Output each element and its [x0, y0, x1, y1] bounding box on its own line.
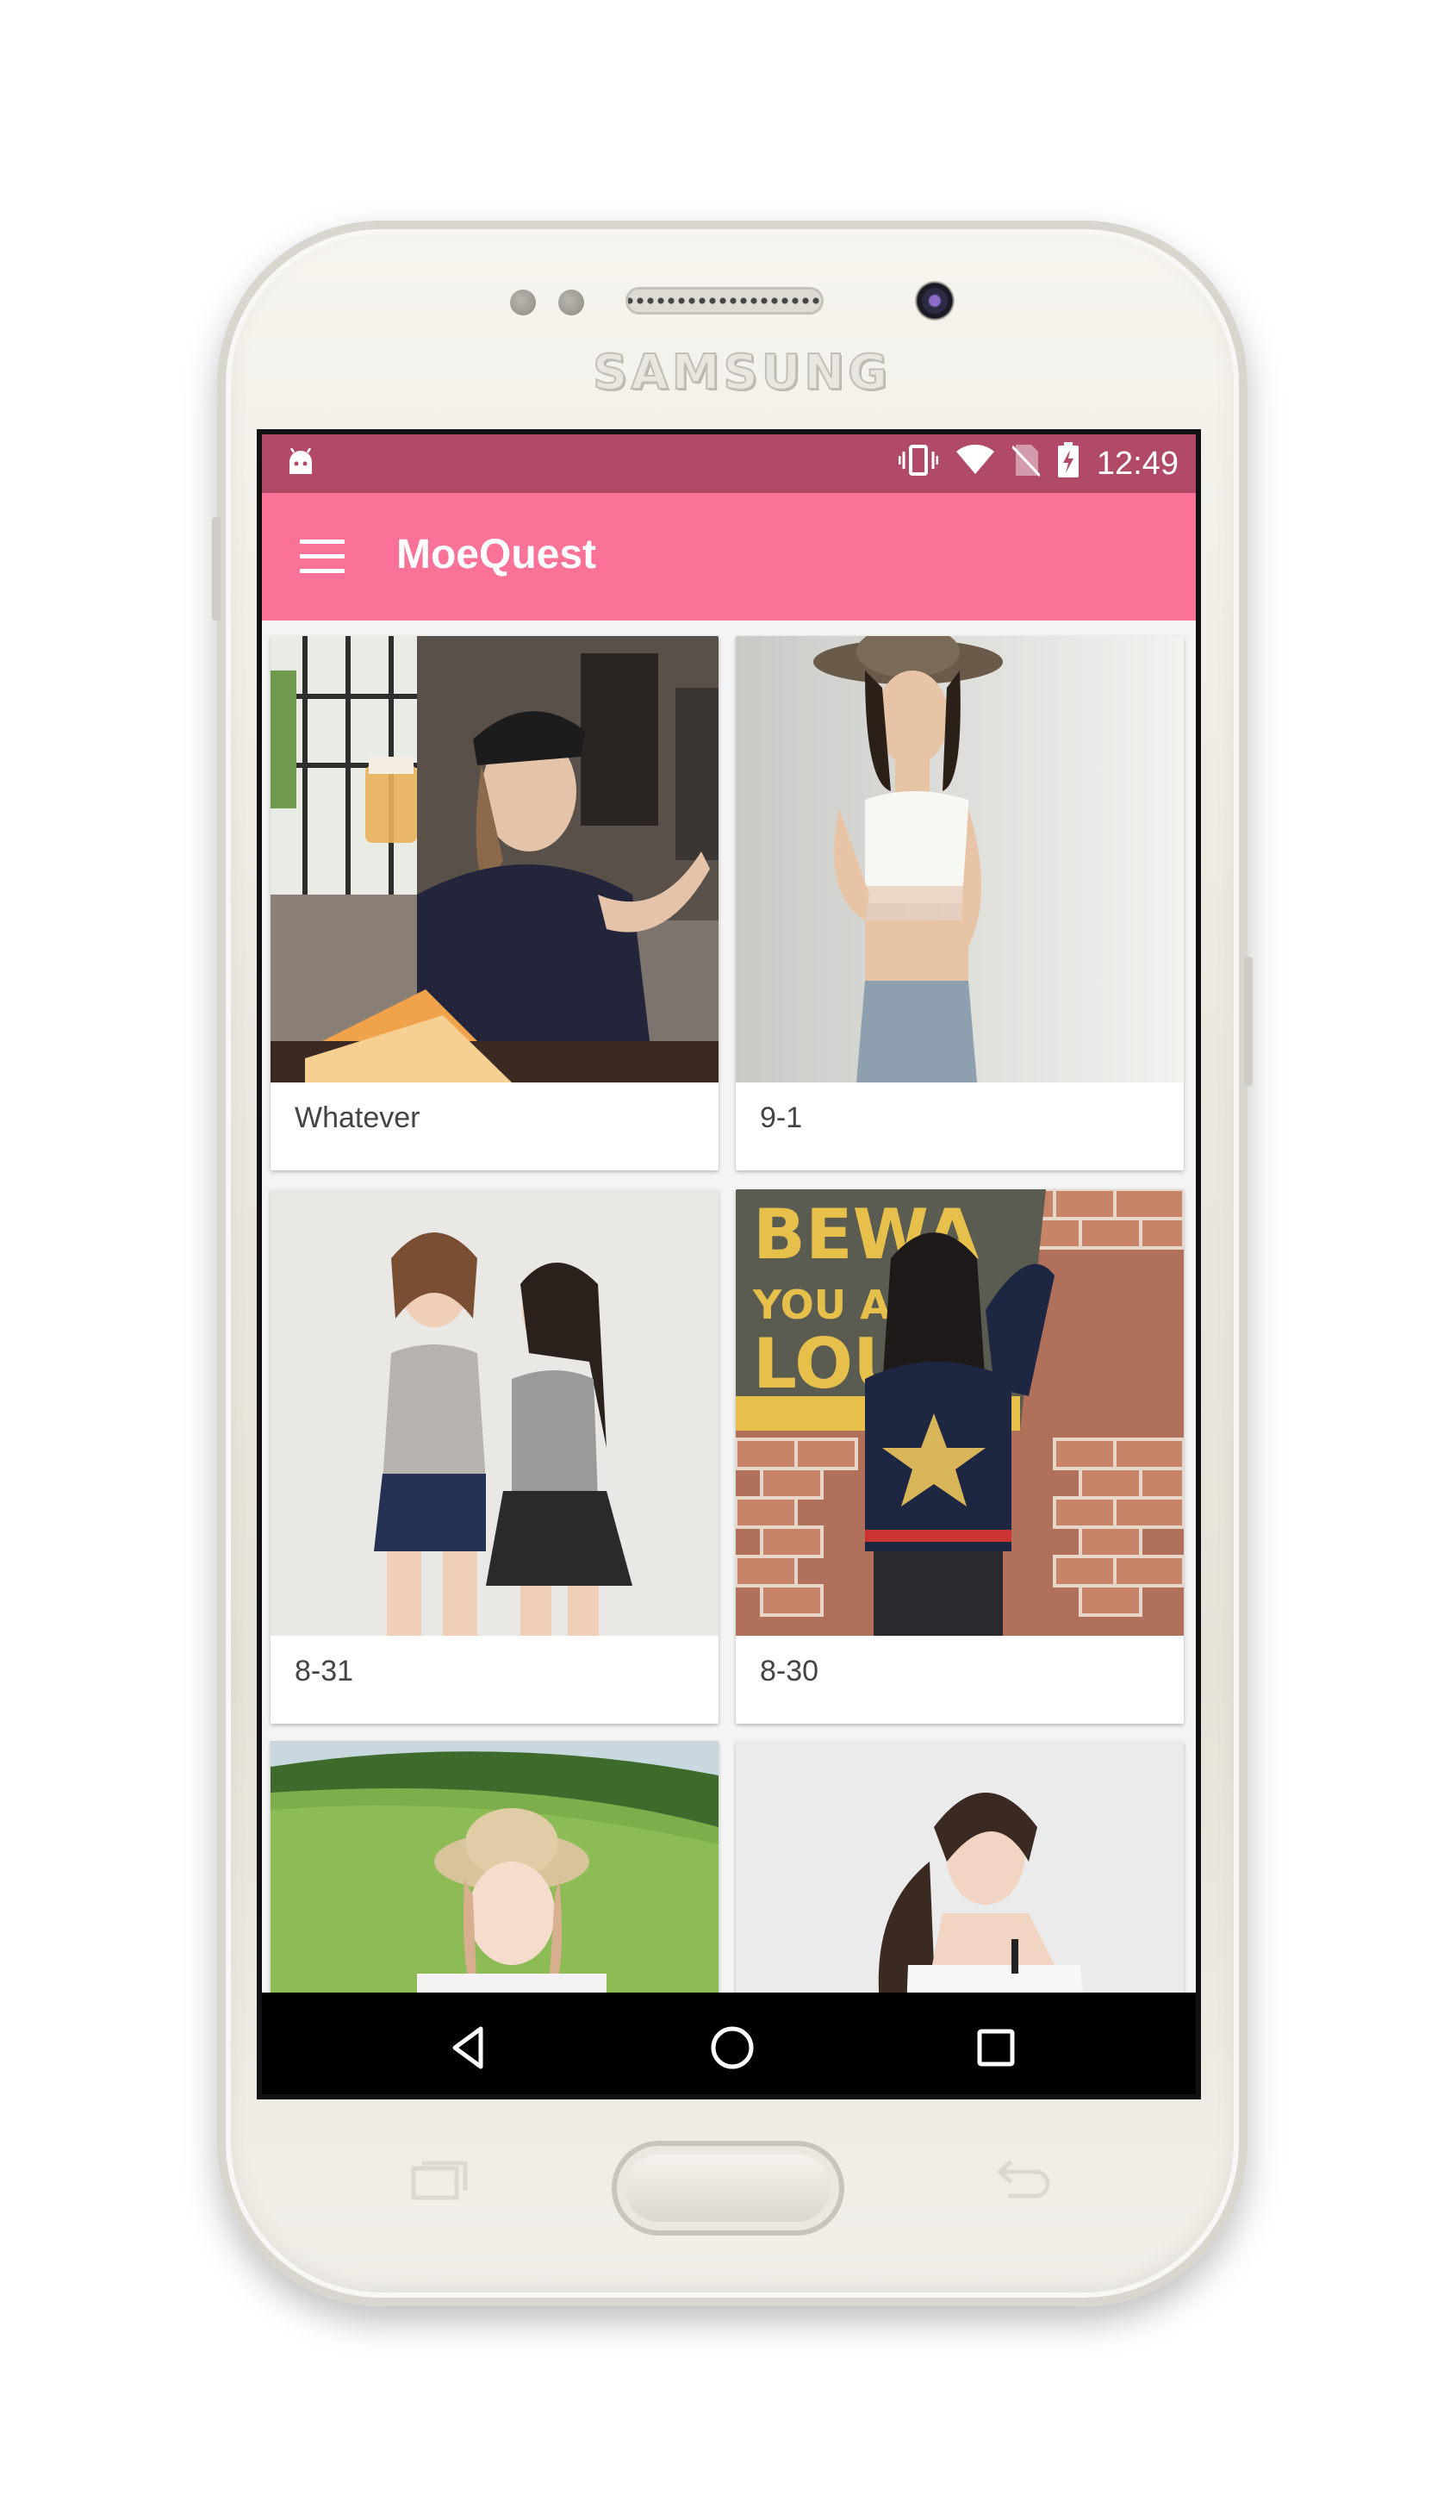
back-icon[interactable] [441, 2020, 496, 2075]
home-icon[interactable] [705, 2020, 760, 2075]
gallery-card[interactable] [271, 1741, 719, 1993]
battery-charging-icon [1057, 441, 1080, 486]
android-icon [286, 447, 315, 480]
gallery-photo [736, 1741, 1184, 1993]
gallery-card[interactable]: Whatever [271, 636, 719, 1170]
wifi-icon [955, 444, 995, 483]
power-button [1244, 957, 1253, 1086]
gallery-photo [271, 636, 719, 1082]
front-camera [915, 281, 955, 321]
card-caption: Whatever [295, 1101, 420, 1134]
screen: 12:49 MoeQuest Whatever 9-1 8-31 BEWA YO… [257, 429, 1201, 2099]
device-frame: SAMSUNG 12:49 MoeQuest Whatever 9-1 8-31… [0, 0, 1456, 2520]
sensor-dot [510, 290, 536, 315]
vibrate-icon [898, 443, 939, 485]
card-caption: 8-31 [295, 1655, 354, 1687]
recents-icon[interactable] [968, 2020, 1024, 2075]
gallery-card[interactable]: 8-31 [271, 1189, 719, 1724]
earpiece-speaker [625, 287, 824, 315]
gallery-photo: BEWA YOU ARE LOUD [736, 1189, 1184, 1636]
hardware-back-icon [992, 2155, 1053, 2206]
no-sim-icon [1011, 443, 1041, 485]
gallery-card[interactable] [736, 1741, 1184, 1993]
menu-icon[interactable] [300, 540, 345, 574]
status-bar: 12:49 [262, 434, 1196, 493]
status-time: 12:49 [1096, 445, 1179, 482]
app-bar: MoeQuest [262, 493, 1196, 621]
gallery-card[interactable]: BEWA YOU ARE LOUD 8-30 [736, 1189, 1184, 1724]
card-caption: 9-1 [760, 1101, 803, 1134]
gallery-photo [271, 1741, 719, 1993]
gallery-card[interactable]: 9-1 [736, 636, 1184, 1170]
physical-home-button [612, 2141, 844, 2236]
brand-logo: SAMSUNG [592, 344, 892, 402]
app-title: MoeQuest [396, 532, 597, 577]
status-icons: 12:49 [898, 441, 1179, 486]
hardware-recents-icon [410, 2155, 470, 2206]
volume-button [212, 517, 221, 621]
navigation-bar [262, 1993, 1196, 2094]
gallery-grid[interactable]: Whatever 9-1 8-31 BEWA YOU ARE LOUD 8-30 [262, 621, 1196, 1993]
gallery-photo [271, 1189, 719, 1636]
gallery-photo [736, 636, 1184, 1082]
sensor-dot [558, 290, 584, 315]
card-caption: 8-30 [760, 1655, 819, 1687]
